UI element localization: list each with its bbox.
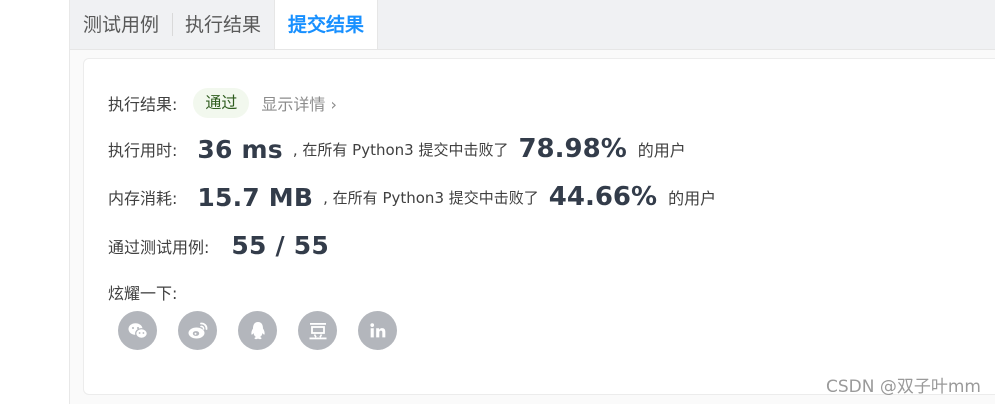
memory-percent: 44.66% [548,182,658,212]
show-details-label: 显示详情 [261,95,326,114]
share-row: 炫耀一下: [108,280,177,304]
tab-bar: 测试用例 执行结果 提交结果 [70,0,995,50]
runtime-suffix: 的用户 [637,141,686,160]
douban-icon[interactable] [298,311,337,350]
weibo-icon[interactable] [178,311,217,350]
wechat-icon[interactable] [118,311,157,350]
chevron-right-icon: › [330,95,337,114]
tests-value: 55 / 55 [231,231,329,260]
tab-submission-result[interactable]: 提交结果 [274,0,379,49]
share-label: 炫耀一下: [108,284,178,303]
runtime-row: 执行用时: 36 ms , 在所有 Python3 提交中击败了 78.98% … [108,134,686,164]
memory-value: 15.7 MB [197,182,314,212]
runtime-value: 36 ms [197,134,283,164]
runtime-percent: 78.98% [518,134,627,164]
submission-panel: 测试用例 执行结果 提交结果 执行结果: 通过 显示详情 › 执行用时: 36 … [69,0,995,404]
runtime-text: , 在所有 Python3 提交中击败了 [292,140,509,159]
memory-label: 内存消耗: [108,189,178,208]
csdn-watermark: CSDN @双子叶mm [826,377,981,397]
linkedin-icon[interactable] [358,311,397,350]
memory-row: 内存消耗: 15.7 MB , 在所有 Python3 提交中击败了 44.66… [108,182,716,212]
tests-label: 通过测试用例: [108,237,210,257]
qq-icon[interactable] [238,311,277,350]
share-icons [118,311,397,350]
tests-row: 通过测试用例: 55 / 55 [108,231,329,260]
status-badge: 通过 [193,88,250,118]
result-label: 执行结果: [108,95,178,114]
tab-test-cases[interactable]: 测试用例 [70,0,172,49]
memory-suffix: 的用户 [668,189,717,208]
result-row: 执行结果: 通过 显示详情 › [108,88,337,118]
runtime-label: 执行用时: [108,141,178,160]
result-card: 执行结果: 通过 显示详情 › 执行用时: 36 ms , 在所有 Python… [83,58,995,395]
show-details-link[interactable]: 显示详情 › [261,91,337,115]
tab-run-result[interactable]: 执行结果 [172,0,274,49]
memory-text: , 在所有 Python3 提交中击败了 [323,188,539,207]
